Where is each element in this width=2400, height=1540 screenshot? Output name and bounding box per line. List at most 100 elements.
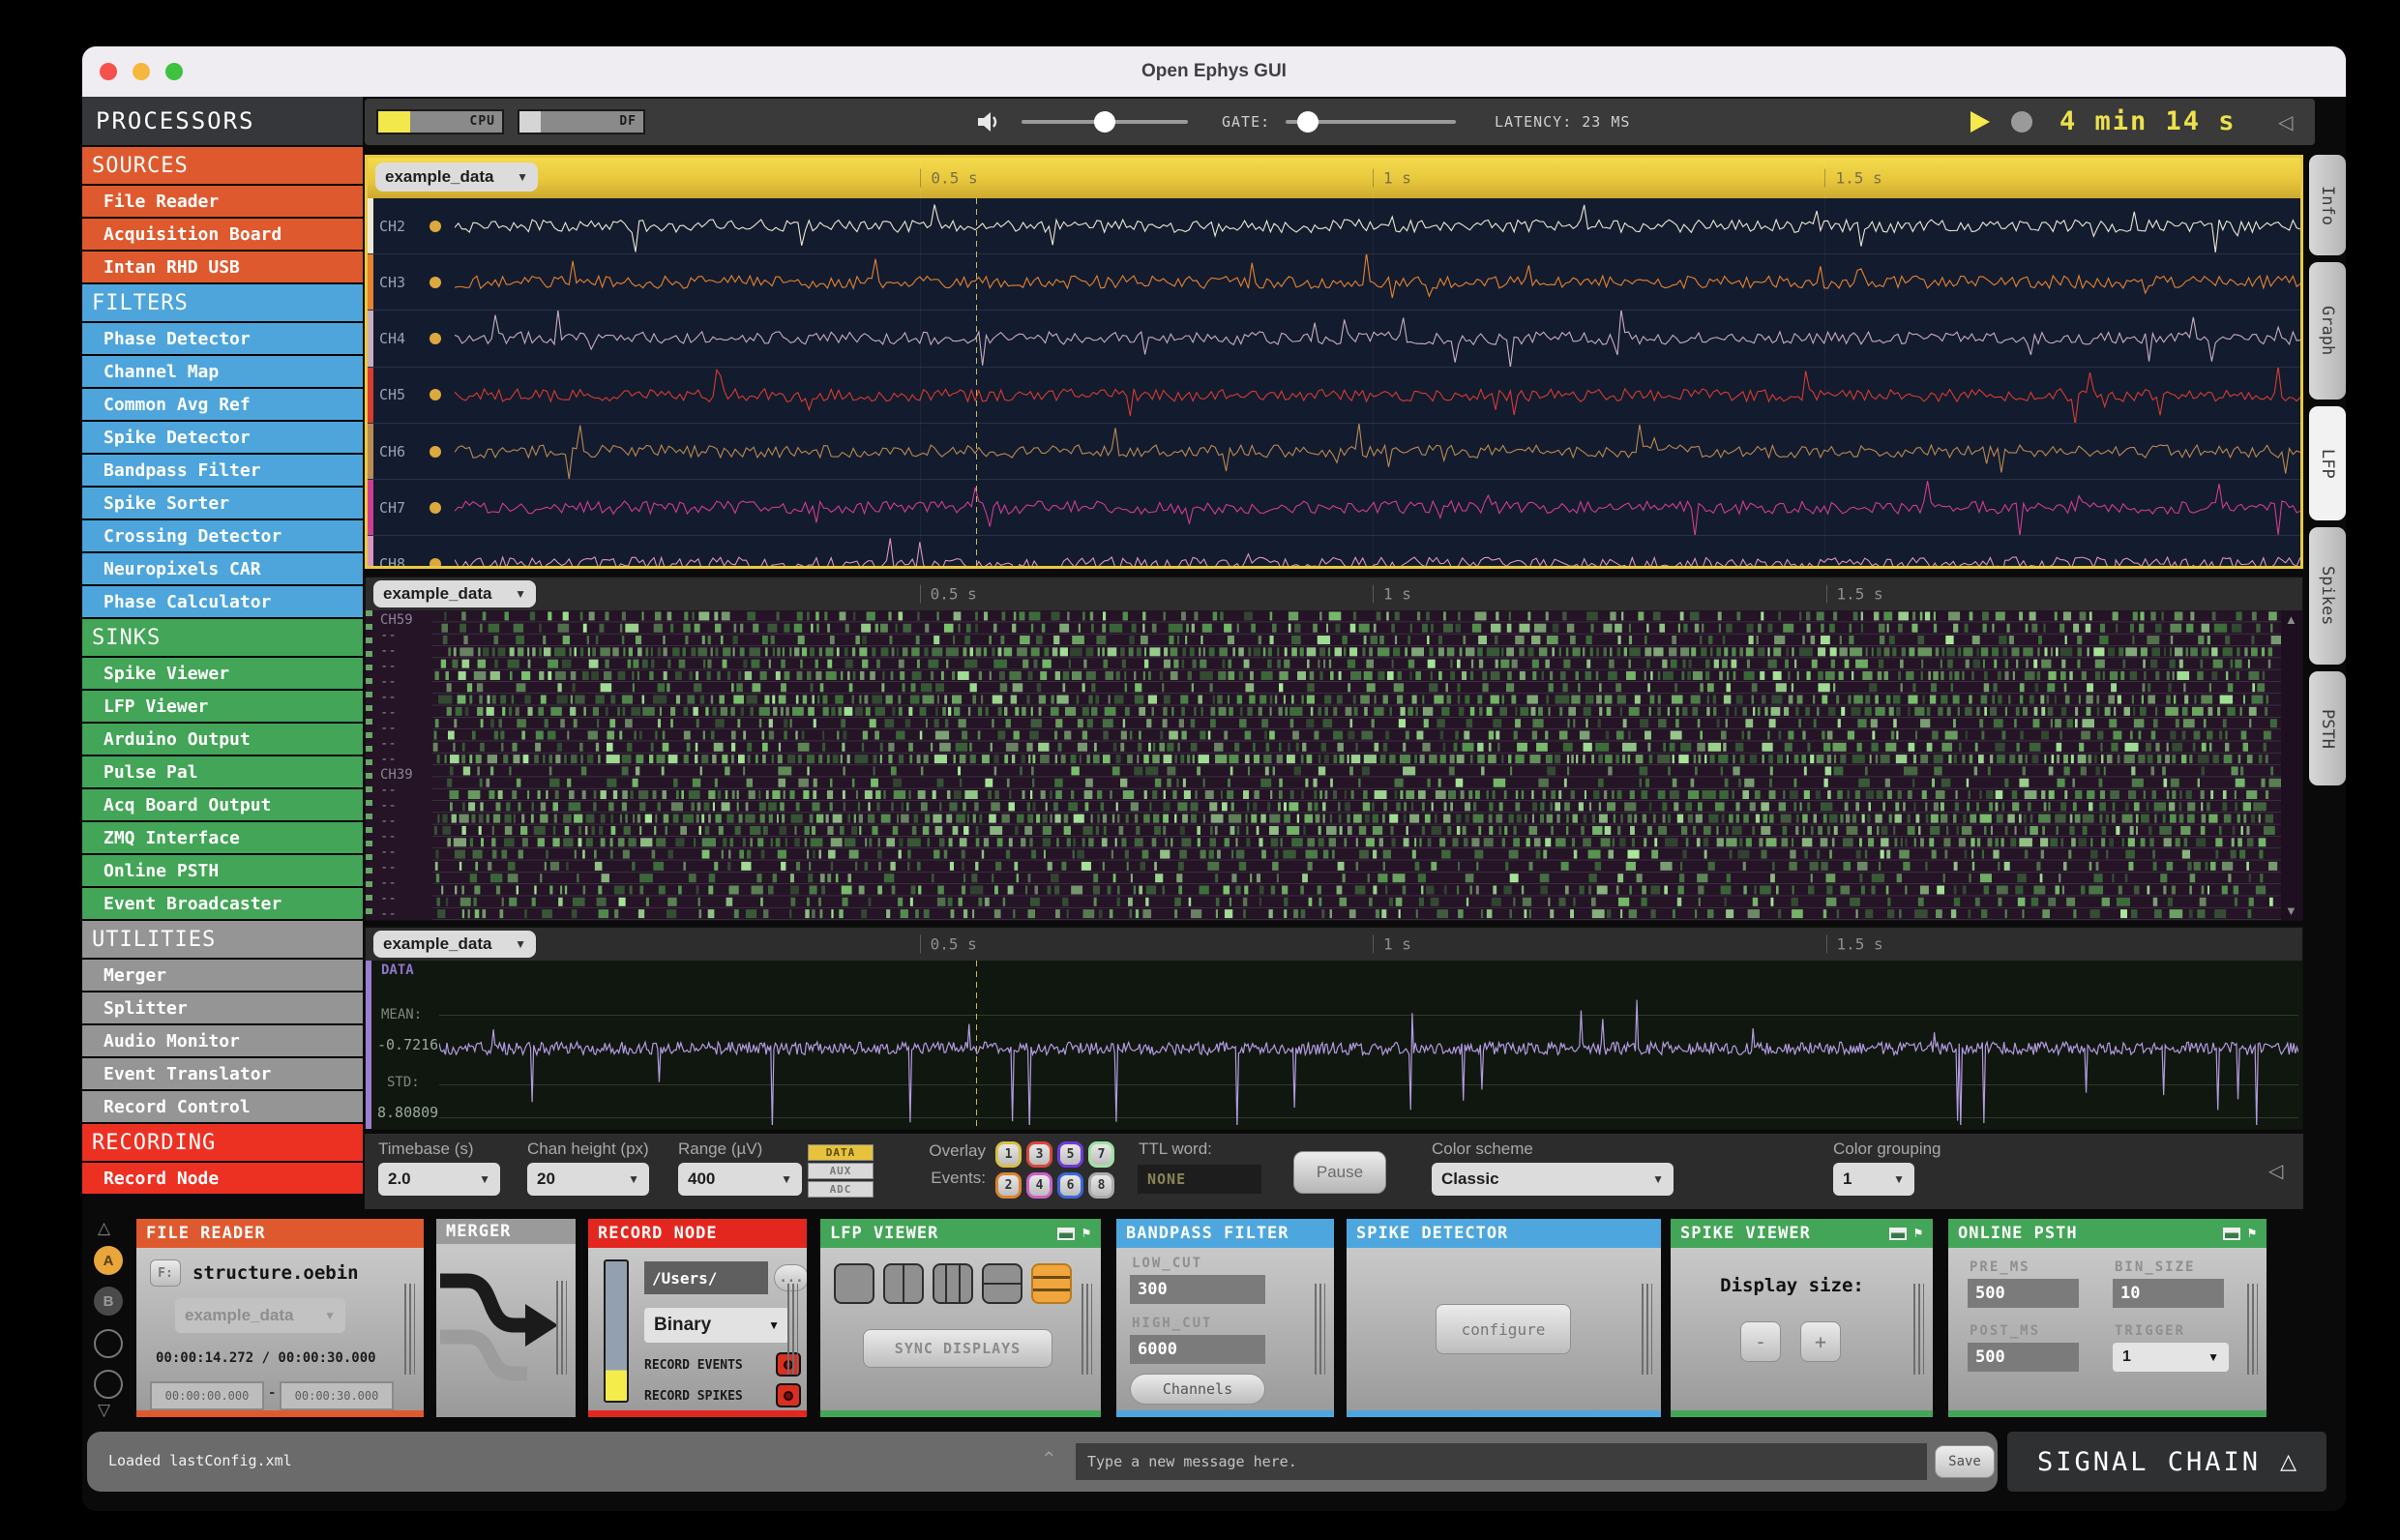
module-bandpass-filter[interactable]: BANDPASS FILTER LOW_CUT 300 HIGH_CUT 600… xyxy=(1116,1219,1334,1417)
sidebar-item-phase-detector[interactable]: Phase Detector xyxy=(82,323,363,356)
module-record-node[interactable]: RECORD NODE /Users/ ... Binary ▼ RECORD E… xyxy=(588,1219,807,1417)
overlay-event-button-4[interactable]: 4 xyxy=(1026,1172,1052,1199)
sidebar-item-event-broadcaster[interactable]: Event Broadcaster xyxy=(82,888,363,921)
overlay-event-button-1[interactable]: 1 xyxy=(995,1141,1022,1168)
range-select[interactable]: 400 ▼ xyxy=(678,1163,802,1196)
spike-raster-panel[interactable]: 0.5 s1 s 1.5 s example_data ▼ CH59 -- -- -- --… xyxy=(365,577,2303,921)
module-drag-handle[interactable] xyxy=(1913,1283,1924,1376)
channel-audio-dot[interactable] xyxy=(430,501,441,514)
overlay-event-button-6[interactable]: 6 xyxy=(1057,1172,1083,1199)
panel3-stream-select[interactable]: example_data ▼ xyxy=(373,931,536,958)
sidebar-item-channel-map[interactable]: Channel Map xyxy=(82,356,363,389)
gate-slider-thumb[interactable] xyxy=(1297,111,1319,133)
channels-button[interactable]: Channels xyxy=(1130,1374,1265,1405)
module-lfp-viewer[interactable]: LFP VIEWER ⚑ SYNC DISPLAYS xyxy=(820,1219,1101,1417)
tab-psth[interactable]: PSTH xyxy=(2309,671,2346,785)
signal-type-aux-button[interactable]: AUX xyxy=(808,1163,874,1179)
sidebar-item-splitter[interactable]: Splitter xyxy=(82,992,363,1025)
display-size-decrease-button[interactable]: - xyxy=(1740,1321,1781,1362)
tab-pin-icon[interactable]: ⚑ xyxy=(1914,1226,1923,1241)
pause-button[interactable]: Pause xyxy=(1293,1151,1386,1194)
panel2-scrollbar[interactable]: ▲ ▼ xyxy=(2281,610,2302,920)
module-drag-handle[interactable] xyxy=(1081,1283,1092,1376)
tab-pin-icon[interactable]: ⚑ xyxy=(1082,1226,1091,1241)
selector-a-button[interactable]: A xyxy=(94,1246,123,1275)
module-drag-handle[interactable] xyxy=(1315,1283,1325,1376)
lfp-display-panel-1[interactable]: 0.5 s 1 s 1.5 s example_data ▼ CH2 CH3 CH4 CH5… xyxy=(365,155,2303,569)
bin-size-field[interactable]: 10 xyxy=(2113,1279,2224,1308)
sidebar-item-neuropixels-car[interactable]: Neuropixels CAR xyxy=(82,553,363,586)
sync-displays-button[interactable]: SYNC DISPLAYS xyxy=(863,1329,1052,1368)
signal-chain-toggle[interactable]: SIGNAL CHAIN △ xyxy=(2007,1432,2326,1492)
high-cut-field[interactable]: 6000 xyxy=(1130,1335,1265,1364)
selector-slot-button[interactable] xyxy=(94,1329,123,1358)
module-file-reader[interactable]: FILE READER F: structure.oebin example_d… xyxy=(136,1219,424,1417)
scroll-down-icon[interactable]: ▼ xyxy=(2285,903,2297,918)
sidebar-item-pulse-pal[interactable]: Pulse Pal xyxy=(82,756,363,789)
sidebar-item-file-reader[interactable]: File Reader xyxy=(82,186,363,219)
panel1-stream-select[interactable]: example_data ▼ xyxy=(375,163,538,192)
module-drag-handle[interactable] xyxy=(404,1283,415,1376)
sidebar-item-online-psth[interactable]: Online PSTH xyxy=(82,855,363,888)
display-size-increase-button[interactable]: + xyxy=(1800,1321,1841,1362)
file-select-button[interactable]: F: xyxy=(150,1259,181,1287)
layout-single-button[interactable] xyxy=(834,1263,874,1304)
record-path-field[interactable]: /Users/ xyxy=(644,1261,768,1294)
low-cut-field[interactable]: 300 xyxy=(1130,1275,1265,1304)
sidebar-item-spike-sorter[interactable]: Spike Sorter xyxy=(82,488,363,520)
selector-up-icon[interactable]: △ xyxy=(98,1219,110,1238)
signal-type-data-button[interactable]: DATA xyxy=(808,1144,874,1161)
play-button[interactable] xyxy=(1970,111,1990,133)
sidebar-item-zmq-interface[interactable]: ZMQ Interface xyxy=(82,822,363,855)
volume-slider[interactable] xyxy=(1022,111,1188,133)
single-channel-panel[interactable]: 0.5 s 1 s 1.5 s example_data ▼ DATA MEAN: -… xyxy=(365,927,2303,1130)
channel-audio-dot[interactable] xyxy=(430,220,441,232)
record-spikes-toggle[interactable] xyxy=(776,1383,801,1407)
sidebar-item-arduino-output[interactable]: Arduino Output xyxy=(82,724,363,756)
channel-audio-dot[interactable] xyxy=(430,389,441,401)
sidebar-item-acquisition-board[interactable]: Acquisition Board xyxy=(82,219,363,252)
timebase-select[interactable]: 2.0 ▼ xyxy=(378,1163,500,1196)
module-merger[interactable]: MERGER xyxy=(436,1219,576,1417)
module-online-psth[interactable]: ONLINE PSTH ⚑ PRE_MS 500 BIN_SIZE 10 POS… xyxy=(1948,1219,2267,1417)
sidebar-item-spike-detector[interactable]: Spike Detector xyxy=(82,422,363,455)
selector-b-button[interactable]: B xyxy=(94,1287,123,1316)
trigger-select[interactable]: 1 ▼ xyxy=(2113,1343,2229,1372)
open-window-icon[interactable] xyxy=(1056,1227,1075,1240)
sidebar-item-acq-board-output[interactable]: Acq Board Output xyxy=(82,789,363,822)
tab-info[interactable]: Info xyxy=(2309,155,2346,255)
chevron-up-icon[interactable]: ⌃ xyxy=(1041,1447,1057,1471)
toolbar-collapse-arrow-icon[interactable]: ◁ xyxy=(2278,110,2293,133)
module-spike-detector[interactable]: SPIKE DETECTOR configure xyxy=(1347,1219,1661,1417)
record-format-select[interactable]: Binary ▼ xyxy=(644,1308,789,1343)
tab-spikes[interactable]: Spikes xyxy=(2309,527,2346,665)
playback-end-field[interactable]: 00:00:30.000 xyxy=(280,1381,394,1410)
signal-type-adc-button[interactable]: ADC xyxy=(808,1181,874,1198)
selector-down-icon[interactable]: ▽ xyxy=(98,1401,110,1420)
layout-two-columns-button[interactable] xyxy=(883,1263,924,1304)
configure-button[interactable]: configure xyxy=(1436,1304,1571,1354)
sidebar-item-lfp-viewer[interactable]: LFP Viewer xyxy=(82,691,363,724)
tab-graph[interactable]: Graph xyxy=(2309,262,2346,400)
selector-slot-button[interactable] xyxy=(94,1370,123,1399)
options-collapse-arrow-icon[interactable]: ◁ xyxy=(2268,1159,2283,1183)
pre-ms-field[interactable]: 500 xyxy=(1968,1279,2079,1308)
sidebar-item-intan-rhd-usb[interactable]: Intan RHD USB xyxy=(82,252,363,284)
open-window-icon[interactable] xyxy=(1888,1227,1907,1240)
color-scheme-select[interactable]: Classic ▼ xyxy=(1432,1163,1674,1196)
volume-slider-thumb[interactable] xyxy=(1094,111,1115,133)
message-input[interactable]: Type a new message here. xyxy=(1076,1443,1927,1480)
overlay-event-button-7[interactable]: 7 xyxy=(1088,1141,1114,1168)
tab-lfp[interactable]: LFP xyxy=(2309,406,2346,520)
panel2-stream-select[interactable]: example_data ▼ xyxy=(373,580,536,607)
sidebar-item-bandpass-filter[interactable]: Bandpass Filter xyxy=(82,455,363,488)
tab-pin-icon[interactable]: ⚑ xyxy=(2248,1226,2257,1241)
module-drag-handle[interactable] xyxy=(556,1281,567,1375)
module-drag-handle[interactable] xyxy=(1642,1283,1652,1376)
module-drag-handle[interactable] xyxy=(2247,1283,2258,1376)
file-stream-select[interactable]: example_data ▼ xyxy=(175,1298,345,1333)
scroll-up-icon[interactable]: ▲ xyxy=(2285,612,2297,627)
sidebar-item-merger[interactable]: Merger xyxy=(82,960,363,992)
chan-height-select[interactable]: 20 ▼ xyxy=(527,1163,649,1196)
open-window-icon[interactable] xyxy=(2222,1227,2240,1240)
